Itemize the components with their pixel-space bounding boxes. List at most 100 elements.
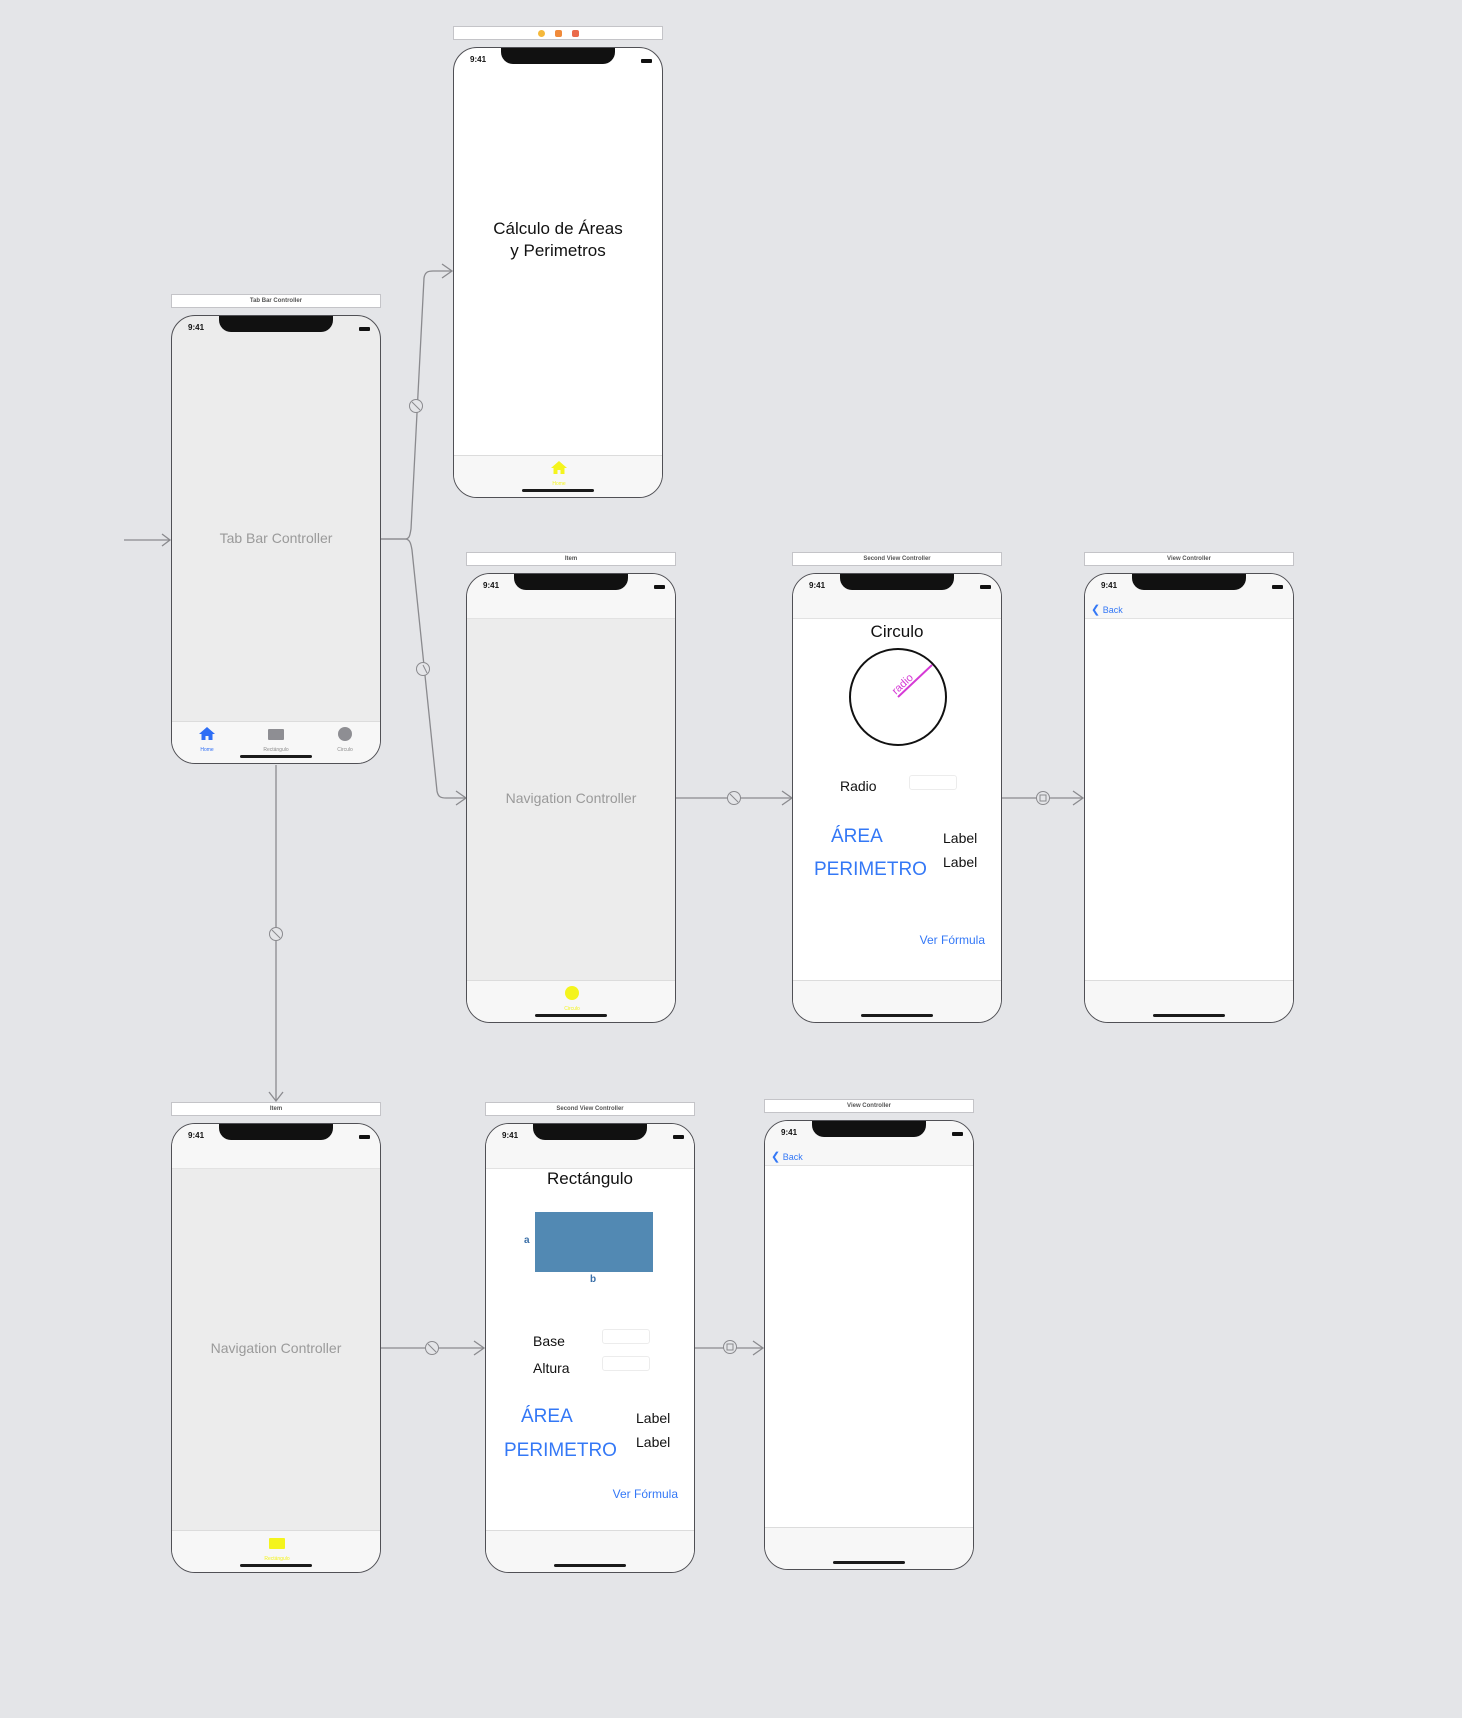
scene-navigation-controller-rectangle[interactable]: Item 9:41 Navigation Controller Rectángu…: [171, 1102, 381, 1573]
side-b-label: b: [590, 1274, 597, 1285]
status-time: 9:41: [809, 581, 826, 590]
back-button-label: Back: [782, 1152, 803, 1162]
formula-button[interactable]: Ver Fórmula: [920, 933, 985, 947]
show-segue-icon: [723, 1340, 737, 1354]
perimeter-result-label: Label: [943, 854, 978, 870]
battery-icon: [980, 585, 991, 589]
tab-home-label: Home: [200, 747, 214, 753]
status-time: 9:41: [781, 1128, 798, 1137]
navigation-bar: 9:41 ❮ Back: [765, 1121, 973, 1166]
device-frame: 9:41 ❮ Back: [764, 1120, 974, 1570]
home-indicator: [1153, 1014, 1225, 1017]
scene-title-bar[interactable]: View Controller: [1084, 552, 1294, 566]
perimeter-button[interactable]: PERIMETRO: [814, 859, 927, 881]
circle-heading: Circulo: [870, 622, 924, 641]
tab-bar: Home Rectángulo Circulo: [172, 721, 380, 763]
home-indicator: [554, 1564, 626, 1567]
tab-rectangle[interactable]: Rectángulo: [257, 1535, 297, 1562]
chevron-left-icon: ❮: [1091, 604, 1101, 616]
device-notch: [840, 574, 954, 590]
scene-rectangle-view-controller[interactable]: Second View Controller 9:41 Rectángulo a…: [485, 1102, 695, 1573]
navigation-bar: 9:41 ❮ Back: [1085, 574, 1293, 619]
status-bar: 9:41: [172, 316, 380, 344]
controller-placeholder-label: Navigation Controller: [505, 790, 637, 806]
scene-title-bar[interactable]: View Controller: [764, 1099, 974, 1113]
status-time: 9:41: [1101, 581, 1118, 590]
status-time: 9:41: [470, 55, 487, 64]
circle-icon: [565, 986, 579, 1000]
tab-home-label: Home: [552, 481, 566, 487]
navigation-bar: 9:41: [467, 574, 675, 619]
scene-title-bar[interactable]: Second View Controller: [485, 1102, 695, 1116]
radio-input[interactable]: [909, 775, 957, 790]
status-bar: 9:41: [454, 48, 662, 76]
tab-circle-label: Circulo: [337, 747, 353, 753]
battery-icon: [359, 1135, 370, 1139]
controller-placeholder-label: Tab Bar Controller: [219, 530, 333, 546]
rectangle-icon: [268, 729, 284, 740]
area-button[interactable]: ÁREA: [521, 1406, 573, 1428]
navigation-bar: 9:41: [793, 574, 1001, 619]
device-frame: 9:41 Navigation Controller Circulo: [466, 573, 676, 1023]
scene-title-bar[interactable]: Tab Bar Controller: [171, 294, 381, 308]
status-time: 9:41: [483, 581, 500, 590]
tab-bar: [486, 1530, 694, 1572]
scene-circle-view-controller[interactable]: Second View Controller 9:41 Circulo radi…: [792, 552, 1002, 1023]
area-result-label: Label: [943, 830, 978, 846]
back-button[interactable]: ❮ Back: [771, 1150, 803, 1163]
height-label: Altura: [533, 1360, 570, 1376]
home-indicator: [833, 1561, 905, 1564]
scene-title-bar[interactable]: Second View Controller: [792, 552, 1002, 566]
tab-circle-label: Circulo: [564, 1006, 580, 1012]
relationship-segue-icon: [416, 662, 430, 676]
scene-tab-bar-controller[interactable]: Tab Bar Controller 9:41 Tab Bar Controll…: [171, 294, 381, 764]
home-indicator: [861, 1014, 933, 1017]
device-notch: [812, 1121, 926, 1137]
tab-circle[interactable]: Circulo: [552, 985, 592, 1012]
scene-home[interactable]: 9:41 Cálculo de Áreas y Perimetros Home: [453, 26, 663, 498]
tab-rectangle[interactable]: Rectángulo: [256, 726, 296, 753]
first-responder-icon: [554, 30, 562, 37]
battery-icon: [952, 1132, 963, 1136]
home-indicator: [535, 1014, 607, 1017]
tab-home[interactable]: Home: [187, 726, 227, 753]
base-input[interactable]: [602, 1329, 650, 1344]
tab-bar: Circulo: [467, 980, 675, 1022]
scene-navigation-controller-circle[interactable]: Item 9:41 Navigation Controller Circulo: [466, 552, 676, 1023]
battery-icon: [654, 585, 665, 589]
battery-icon: [641, 59, 652, 63]
device-notch: [501, 48, 615, 64]
scene-title-bar[interactable]: Item: [171, 1102, 381, 1116]
circle-diagram: radio: [849, 648, 947, 746]
area-button[interactable]: ÁREA: [831, 826, 883, 848]
height-input[interactable]: [602, 1356, 650, 1371]
rectangle-icon: [269, 1538, 285, 1549]
circle-icon: [338, 727, 352, 741]
status-time: 9:41: [188, 1131, 205, 1140]
navigation-bar: 9:41: [172, 1124, 380, 1169]
formula-button[interactable]: Ver Fórmula: [613, 1487, 678, 1501]
tab-bar: Rectángulo: [172, 1530, 380, 1572]
scene-title-bar[interactable]: Item: [466, 552, 676, 566]
home-icon: [199, 727, 215, 740]
base-label: Base: [533, 1333, 565, 1349]
tab-home[interactable]: Home: [539, 460, 579, 487]
radio-label: Radio: [840, 778, 877, 794]
back-button-label: Back: [1102, 605, 1123, 615]
view-controller-icon: [537, 30, 545, 37]
perimeter-button[interactable]: PERIMETRO: [504, 1440, 617, 1462]
battery-icon: [359, 327, 370, 331]
perimeter-result-label: Label: [636, 1434, 671, 1450]
side-a-label: a: [524, 1235, 530, 1246]
scene-circle-detail-view-controller[interactable]: View Controller 9:41 ❮ Back: [1084, 552, 1294, 1023]
scene-title-bar[interactable]: [453, 26, 663, 40]
rectangle-diagram: [535, 1212, 653, 1272]
home-title: Cálculo de Áreas y Perimetros: [454, 218, 662, 262]
back-button[interactable]: ❮ Back: [1091, 603, 1123, 616]
scene-rectangle-detail-view-controller[interactable]: View Controller 9:41 ❮ Back: [764, 1099, 974, 1570]
tab-circle[interactable]: Circulo: [325, 726, 365, 753]
tab-rectangle-label: Rectángulo: [263, 747, 289, 753]
navigation-bar: 9:41: [486, 1124, 694, 1169]
home-title-line2: y Perimetros: [510, 241, 606, 260]
device-notch: [514, 574, 628, 590]
